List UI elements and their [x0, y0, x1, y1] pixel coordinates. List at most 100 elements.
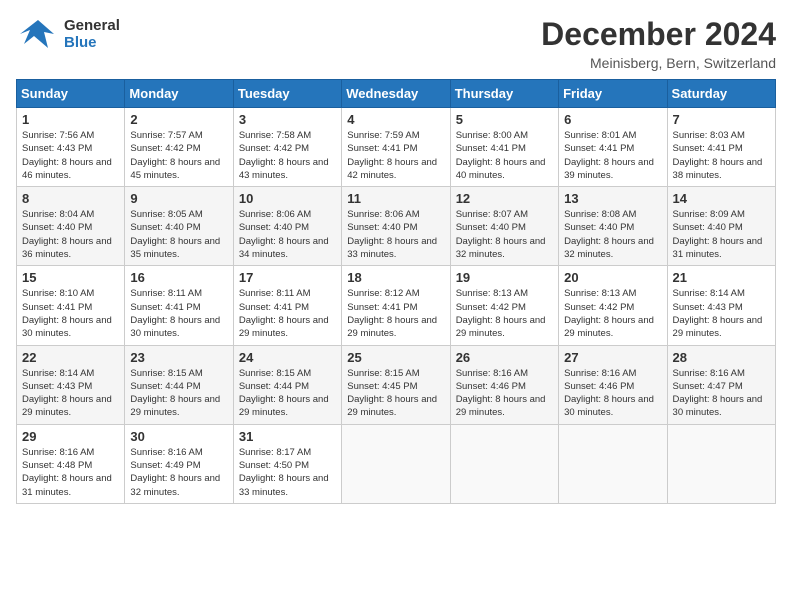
calendar-cell: 9 Sunrise: 8:05 AMSunset: 4:40 PMDaylight… — [125, 187, 233, 266]
day-info: Sunrise: 8:10 AMSunset: 4:41 PMDaylight:… — [22, 287, 119, 340]
day-info: Sunrise: 8:15 AMSunset: 4:44 PMDaylight:… — [130, 367, 227, 420]
day-number: 13 — [564, 191, 661, 206]
day-info: Sunrise: 8:00 AMSunset: 4:41 PMDaylight:… — [456, 129, 553, 182]
weekday-header-thursday: Thursday — [450, 80, 558, 108]
calendar-week-2: 8 Sunrise: 8:04 AMSunset: 4:40 PMDaylight… — [17, 187, 776, 266]
calendar-cell: 26 Sunrise: 8:16 AMSunset: 4:46 PMDayligh… — [450, 345, 558, 424]
calendar-cell: 14 Sunrise: 8:09 AMSunset: 4:40 PMDayligh… — [667, 187, 775, 266]
calendar-cell: 16 Sunrise: 8:11 AMSunset: 4:41 PMDayligh… — [125, 266, 233, 345]
calendar-table: SundayMondayTuesdayWednesdayThursdayFrid… — [16, 79, 776, 504]
day-info: Sunrise: 7:57 AMSunset: 4:42 PMDaylight:… — [130, 129, 227, 182]
calendar-cell: 28 Sunrise: 8:16 AMSunset: 4:47 PMDayligh… — [667, 345, 775, 424]
calendar-cell: 5Sunrise: 8:00 AMSunset: 4:41 PMDaylight… — [450, 108, 558, 187]
calendar-cell: 17 Sunrise: 8:11 AMSunset: 4:41 PMDayligh… — [233, 266, 341, 345]
day-number: 9 — [130, 191, 227, 206]
title-block: December 2024 Meinisberg, Bern, Switzerl… — [541, 16, 776, 71]
day-info: Sunrise: 8:12 AMSunset: 4:41 PMDaylight:… — [347, 287, 444, 340]
location: Meinisberg, Bern, Switzerland — [541, 55, 776, 71]
day-number: 30 — [130, 429, 227, 444]
day-info: Sunrise: 7:56 AMSunset: 4:43 PMDaylight:… — [22, 129, 119, 182]
day-number: 26 — [456, 350, 553, 365]
weekday-header-monday: Monday — [125, 80, 233, 108]
day-number: 24 — [239, 350, 336, 365]
day-info: Sunrise: 8:05 AMSunset: 4:40 PMDaylight:… — [130, 208, 227, 261]
calendar-cell: 2 Sunrise: 7:57 AMSunset: 4:42 PMDaylight… — [125, 108, 233, 187]
logo-line2: Blue — [64, 34, 120, 51]
weekday-header-sunday: Sunday — [17, 80, 125, 108]
month-title: December 2024 — [541, 16, 776, 53]
calendar-cell: 7 Sunrise: 8:03 AMSunset: 4:41 PMDaylight… — [667, 108, 775, 187]
calendar-cell: 11Sunrise: 8:06 AMSunset: 4:40 PMDayligh… — [342, 187, 450, 266]
calendar-cell: 23 Sunrise: 8:15 AMSunset: 4:44 PMDayligh… — [125, 345, 233, 424]
day-number: 8 — [22, 191, 119, 206]
calendar-cell: 12Sunrise: 8:07 AMSunset: 4:40 PMDayligh… — [450, 187, 558, 266]
calendar-cell: 3 Sunrise: 7:58 AMSunset: 4:42 PMDaylight… — [233, 108, 341, 187]
weekday-header-tuesday: Tuesday — [233, 80, 341, 108]
logo-icon — [16, 16, 60, 52]
day-number: 31 — [239, 429, 336, 444]
calendar-cell: 30Sunrise: 8:16 AMSunset: 4:49 PMDayligh… — [125, 424, 233, 503]
day-info: Sunrise: 8:11 AMSunset: 4:41 PMDaylight:… — [130, 287, 227, 340]
calendar-cell — [559, 424, 667, 503]
day-info: Sunrise: 8:03 AMSunset: 4:41 PMDaylight:… — [673, 129, 770, 182]
calendar-cell: 1 Sunrise: 7:56 AMSunset: 4:43 PMDaylight… — [17, 108, 125, 187]
calendar-cell: 31Sunrise: 8:17 AMSunset: 4:50 PMDayligh… — [233, 424, 341, 503]
day-number: 23 — [130, 350, 227, 365]
day-number: 29 — [22, 429, 119, 444]
day-info: Sunrise: 8:09 AMSunset: 4:40 PMDaylight:… — [673, 208, 770, 261]
day-info: Sunrise: 8:11 AMSunset: 4:41 PMDaylight:… — [239, 287, 336, 340]
calendar-cell: 24 Sunrise: 8:15 AMSunset: 4:44 PMDayligh… — [233, 345, 341, 424]
calendar-cell: 29 Sunrise: 8:16 AMSunset: 4:48 PMDayligh… — [17, 424, 125, 503]
day-info: Sunrise: 8:15 AMSunset: 4:45 PMDaylight:… — [347, 367, 444, 420]
day-info: Sunrise: 8:01 AMSunset: 4:41 PMDaylight:… — [564, 129, 661, 182]
weekday-header-wednesday: Wednesday — [342, 80, 450, 108]
day-info: Sunrise: 7:59 AMSunset: 4:41 PMDaylight:… — [347, 129, 444, 182]
day-number: 7 — [673, 112, 770, 127]
day-number: 27 — [564, 350, 661, 365]
day-number: 20 — [564, 270, 661, 285]
logo: General Blue — [16, 16, 120, 52]
day-number: 10 — [239, 191, 336, 206]
day-info: Sunrise: 8:14 AMSunset: 4:43 PMDaylight:… — [673, 287, 770, 340]
calendar-header: SundayMondayTuesdayWednesdayThursdayFrid… — [17, 80, 776, 108]
day-number: 3 — [239, 112, 336, 127]
day-number: 11 — [347, 191, 444, 206]
calendar-cell: 19Sunrise: 8:13 AMSunset: 4:42 PMDayligh… — [450, 266, 558, 345]
page-header: General Blue December 2024 Meinisberg, B… — [16, 16, 776, 71]
day-info: Sunrise: 8:15 AMSunset: 4:44 PMDaylight:… — [239, 367, 336, 420]
day-info: Sunrise: 8:04 AMSunset: 4:40 PMDaylight:… — [22, 208, 119, 261]
day-number: 16 — [130, 270, 227, 285]
calendar-week-1: 1 Sunrise: 7:56 AMSunset: 4:43 PMDaylight… — [17, 108, 776, 187]
day-info: Sunrise: 8:13 AMSunset: 4:42 PMDaylight:… — [456, 287, 553, 340]
day-info: Sunrise: 8:16 AMSunset: 4:48 PMDaylight:… — [22, 446, 119, 499]
calendar-cell: 27 Sunrise: 8:16 AMSunset: 4:46 PMDayligh… — [559, 345, 667, 424]
day-number: 2 — [130, 112, 227, 127]
day-info: Sunrise: 8:16 AMSunset: 4:46 PMDaylight:… — [456, 367, 553, 420]
day-number: 21 — [673, 270, 770, 285]
logo-line1: General — [64, 17, 120, 34]
day-number: 6 — [564, 112, 661, 127]
calendar-cell: 13 Sunrise: 8:08 AMSunset: 4:40 PMDayligh… — [559, 187, 667, 266]
day-info: Sunrise: 8:14 AMSunset: 4:43 PMDaylight:… — [22, 367, 119, 420]
calendar-cell: 21 Sunrise: 8:14 AMSunset: 4:43 PMDayligh… — [667, 266, 775, 345]
day-info: Sunrise: 7:58 AMSunset: 4:42 PMDaylight:… — [239, 129, 336, 182]
day-number: 18 — [347, 270, 444, 285]
calendar-cell — [450, 424, 558, 503]
day-number: 1 — [22, 112, 119, 127]
day-info: Sunrise: 8:06 AMSunset: 4:40 PMDaylight:… — [239, 208, 336, 261]
calendar-cell: 22Sunrise: 8:14 AMSunset: 4:43 PMDayligh… — [17, 345, 125, 424]
calendar-cell: 4 Sunrise: 7:59 AMSunset: 4:41 PMDaylight… — [342, 108, 450, 187]
day-number: 17 — [239, 270, 336, 285]
day-info: Sunrise: 8:08 AMSunset: 4:40 PMDaylight:… — [564, 208, 661, 261]
day-number: 28 — [673, 350, 770, 365]
day-info: Sunrise: 8:16 AMSunset: 4:47 PMDaylight:… — [673, 367, 770, 420]
day-number: 25 — [347, 350, 444, 365]
day-info: Sunrise: 8:16 AMSunset: 4:46 PMDaylight:… — [564, 367, 661, 420]
day-number: 14 — [673, 191, 770, 206]
day-info: Sunrise: 8:13 AMSunset: 4:42 PMDaylight:… — [564, 287, 661, 340]
calendar-week-4: 22Sunrise: 8:14 AMSunset: 4:43 PMDayligh… — [17, 345, 776, 424]
weekday-header-saturday: Saturday — [667, 80, 775, 108]
day-number: 4 — [347, 112, 444, 127]
calendar-cell: 10 Sunrise: 8:06 AMSunset: 4:40 PMDayligh… — [233, 187, 341, 266]
day-info: Sunrise: 8:07 AMSunset: 4:40 PMDaylight:… — [456, 208, 553, 261]
